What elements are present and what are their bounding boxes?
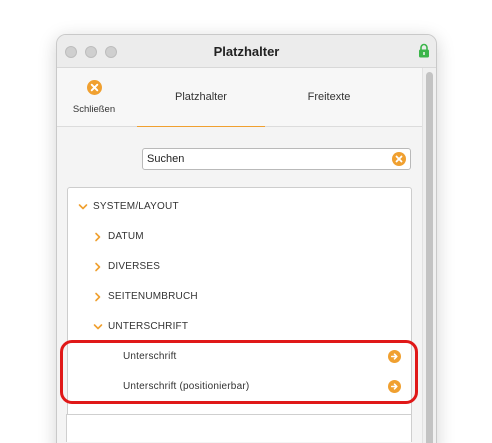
search-field bbox=[142, 148, 411, 170]
tree-item-label: DIVERSES bbox=[108, 261, 161, 272]
chevron-right-icon bbox=[95, 262, 101, 272]
bottom-panel bbox=[66, 414, 412, 442]
chevron-down-icon bbox=[93, 324, 103, 330]
tree-item-seitenumbruch[interactable]: SEITENUMBRUCH bbox=[68, 282, 411, 312]
window-title: Platzhalter bbox=[213, 44, 280, 59]
tree-item-label: SYSTEM/LAYOUT bbox=[93, 201, 179, 212]
tree-item-label: DATUM bbox=[108, 231, 144, 242]
scrollbar-thumb[interactable] bbox=[426, 72, 433, 443]
title-bar: Platzhalter bbox=[57, 35, 436, 68]
search-input[interactable] bbox=[147, 151, 387, 167]
highlight-annotation bbox=[60, 340, 418, 404]
toolbar: Schließen Platzhalter Freitexte bbox=[57, 68, 423, 128]
chevron-down-icon bbox=[78, 204, 88, 210]
lock-icon bbox=[419, 43, 429, 58]
tree-item-label: SEITENUMBRUCH bbox=[108, 291, 198, 302]
chevron-right-icon bbox=[95, 292, 101, 302]
tree-item-label: UNTERSCHRIFT bbox=[108, 321, 189, 332]
tree-item-system-layout[interactable]: SYSTEM/LAYOUT bbox=[68, 192, 411, 222]
close-circle-icon bbox=[86, 80, 102, 95]
vertical-scrollbar[interactable] bbox=[422, 68, 436, 443]
tree-item-unterschrift-group[interactable]: UNTERSCHRIFT bbox=[68, 312, 411, 342]
chevron-right-icon bbox=[95, 232, 101, 242]
close-tool-button[interactable]: Schließen bbox=[69, 76, 119, 115]
tree-item-datum[interactable]: DATUM bbox=[68, 222, 411, 252]
tab-platzhalter[interactable]: Platzhalter bbox=[137, 68, 265, 128]
close-tool-label: Schließen bbox=[72, 104, 116, 115]
tree-item-diverses[interactable]: DIVERSES bbox=[68, 252, 411, 282]
clear-search-icon[interactable] bbox=[392, 152, 406, 166]
tab-freitexte[interactable]: Freitexte bbox=[265, 68, 393, 127]
